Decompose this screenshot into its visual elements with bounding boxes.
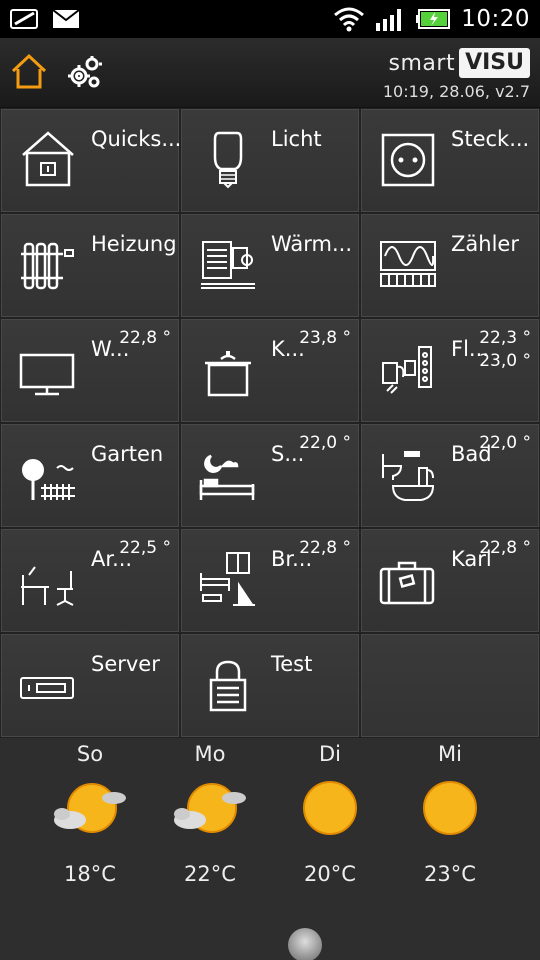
tile-label: Server	[91, 652, 160, 676]
tile-licht[interactable]: Licht	[180, 108, 360, 213]
signal-icon	[376, 9, 402, 31]
temperature-value: 22,8 °	[299, 538, 351, 558]
tile-waermepumpe[interactable]: Wärm...	[180, 213, 360, 318]
bulb-icon	[213, 131, 243, 189]
server-icon	[20, 677, 74, 699]
room-grid: Quicks... Licht Steck... Heizung Wärm...…	[0, 108, 540, 738]
kids-room-icon	[200, 552, 255, 606]
tile-flur[interactable]: Fl... 22,3 ° 23,0 °	[360, 318, 540, 423]
tile-kueche[interactable]: K... 23,8 °	[180, 318, 360, 423]
garden-icon	[22, 459, 75, 500]
forecast-day: So 18°C	[30, 738, 150, 886]
version-info: 10:19, 28.06, v2.7	[382, 82, 530, 101]
weather-forecast: So 18°C Mo 22°C Di 20°C Mi 23°C	[0, 738, 540, 960]
sun-icon	[303, 781, 357, 835]
tv-icon	[19, 353, 75, 396]
temperature-value: 23,8 °	[299, 328, 351, 348]
tile-label: Test	[271, 652, 313, 676]
sun-icon	[423, 781, 477, 835]
brand-logo: smart VISU	[389, 48, 530, 78]
socket-icon	[381, 133, 435, 187]
tile-bruno[interactable]: Br... 22,8 °	[180, 528, 360, 633]
tile-server[interactable]: Server	[0, 633, 180, 738]
temperature-value: 22,3 ° 23,0 °	[479, 328, 531, 371]
sun-cloud-icon	[174, 783, 246, 833]
sun-cloud-icon	[54, 783, 126, 833]
temperature-value: 22,5 °	[119, 538, 171, 558]
pot-icon	[205, 351, 251, 397]
tile-heizung[interactable]: Heizung	[0, 213, 180, 318]
radiator-icon	[21, 242, 74, 290]
app-header: smart VISU 10:19, 28.06, v2.7	[0, 38, 540, 108]
tile-steckdosen[interactable]: Steck...	[360, 108, 540, 213]
tile-label: Garten	[91, 442, 164, 466]
forecast-day: Mi 23°C	[390, 738, 510, 886]
intercom-icon	[382, 346, 432, 394]
meter-icon	[380, 241, 436, 287]
forecast-day: Di 20°C	[270, 738, 390, 886]
battery-charging-icon	[416, 9, 451, 29]
suitcase-icon	[379, 561, 435, 605]
clock: 10:20	[461, 6, 530, 32]
house-icon	[22, 131, 74, 187]
tile-schlafzimmer[interactable]: S... 22,0 °	[180, 423, 360, 528]
temperature-value: 22,8 °	[119, 328, 171, 348]
tile-label: Wärm...	[271, 232, 353, 256]
bath-icon	[382, 451, 435, 501]
forecast-day: Mo 22°C	[150, 738, 270, 886]
tile-zaehler[interactable]: Zähler	[360, 213, 540, 318]
tile-bad[interactable]: Bad 22,0 °	[360, 423, 540, 528]
tile-test[interactable]: Test	[180, 633, 360, 738]
desk-icon	[21, 566, 74, 606]
tile-label: Licht	[271, 127, 322, 151]
temperature-value: 22,0 °	[299, 433, 351, 453]
lock-icon	[209, 660, 247, 712]
home-indicator[interactable]	[288, 928, 322, 960]
tile-label: Heizung	[91, 232, 177, 256]
heatpump-icon	[201, 241, 255, 289]
temperature-value: 22,0 °	[479, 433, 531, 453]
sim-icon	[10, 9, 38, 29]
tile-arbeitszimmer[interactable]: Ar... 22,5 °	[0, 528, 180, 633]
wifi-icon	[334, 7, 365, 32]
tile-label: Quicks...	[91, 127, 182, 151]
tile-label: Steck...	[451, 127, 530, 151]
temperature-value: 22,8 °	[479, 538, 531, 558]
tile-label: Zähler	[451, 232, 519, 256]
mail-icon	[52, 9, 80, 28]
tile-karl[interactable]: Karl 22,8 °	[360, 528, 540, 633]
status-bar: 10:20	[0, 0, 540, 38]
bed-night-icon	[199, 454, 255, 500]
gear-icon[interactable]	[66, 52, 104, 92]
home-icon[interactable]	[10, 52, 48, 92]
tile-quickstart[interactable]: Quicks...	[0, 108, 182, 213]
tile-garten[interactable]: Garten	[0, 423, 180, 528]
tile-empty	[360, 633, 540, 738]
tile-wohnzimmer[interactable]: W... 22,8 °	[0, 318, 180, 423]
